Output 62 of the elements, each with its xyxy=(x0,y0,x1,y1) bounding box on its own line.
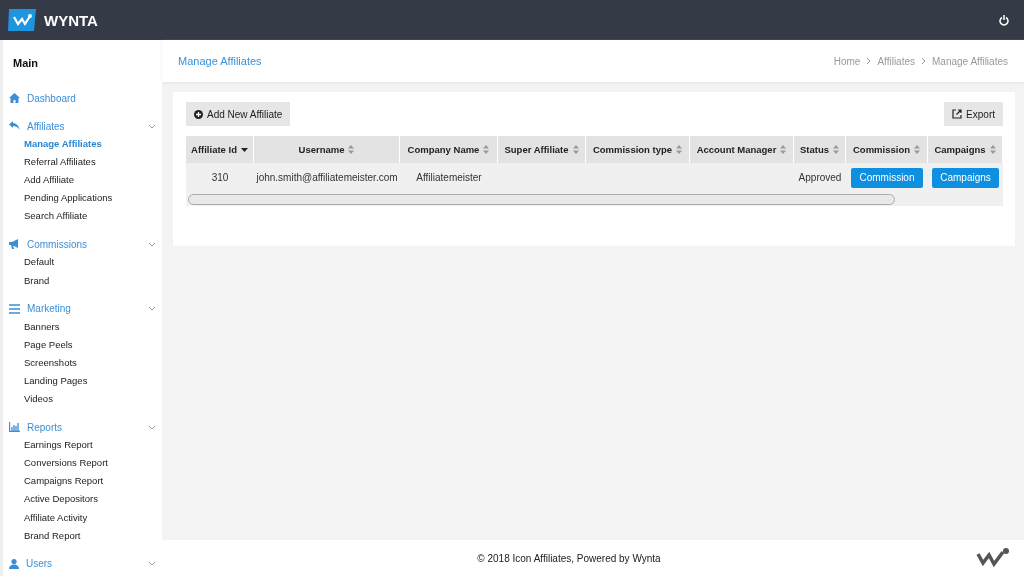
sidebar-item[interactable]: Screenshots xyxy=(3,353,162,372)
sidebar-item[interactable]: Pending Applications xyxy=(3,189,162,208)
footer-text: © 2018 Icon Affiliates, Powered by Wynta xyxy=(476,552,662,564)
chevron-down-icon xyxy=(148,241,156,247)
sidebar-group[interactable]: Marketing xyxy=(3,299,162,318)
column-header[interactable]: Status xyxy=(794,136,846,163)
sidebar-group[interactable]: Affiliates xyxy=(3,117,162,135)
page-title: Manage Affiliates xyxy=(178,55,262,67)
sidebar-item[interactable]: Default xyxy=(3,253,162,272)
power-icon xyxy=(999,14,1009,26)
megaphone-icon xyxy=(9,239,20,250)
sidebar-item[interactable]: Referral Affiliates xyxy=(3,153,162,172)
column-header[interactable]: Account Manager xyxy=(690,136,794,163)
user-icon xyxy=(9,558,19,569)
sidebar-group[interactable]: Commissions xyxy=(3,235,162,254)
sidebar-item[interactable]: Earnings Report xyxy=(3,436,162,455)
chevron-right-icon xyxy=(866,57,872,65)
logo-icon xyxy=(8,8,36,32)
chevron-right-icon xyxy=(921,57,926,65)
sidebar-item[interactable]: Conversions Report xyxy=(3,454,162,473)
chevron-down-icon xyxy=(148,306,156,312)
column-header[interactable]: Affiliate Id xyxy=(186,136,254,163)
sidebar-item[interactable]: Landing Pages xyxy=(3,371,162,391)
export-button[interactable]: Export xyxy=(944,102,1003,126)
sidebar-item[interactable]: Manage Affiliates xyxy=(3,135,162,154)
reply-arrow-icon xyxy=(9,121,20,131)
sidebar-item[interactable]: Banners xyxy=(3,317,162,336)
table-cell: Approved xyxy=(798,172,842,183)
sidebar-group[interactable]: Users xyxy=(3,554,162,573)
scrollbar[interactable] xyxy=(188,193,895,205)
bar-chart-icon xyxy=(9,422,20,433)
column-header[interactable]: Campaigns xyxy=(928,136,1003,163)
column-header[interactable]: Username xyxy=(254,136,400,163)
brand-name: WYNTA xyxy=(44,11,98,29)
sidebar-item[interactable]: Search Affiliate xyxy=(3,207,162,226)
sidebar-heading: Main xyxy=(12,56,40,71)
add-button[interactable]: Add New Affiliate xyxy=(186,102,291,126)
chevron-down-icon xyxy=(148,424,156,430)
chevron-down-icon xyxy=(148,123,156,129)
sidebar-item[interactable]: Affiliate Activity xyxy=(3,508,162,527)
column-header[interactable]: Commission type xyxy=(586,136,690,163)
sidebar-item[interactable]: Brand Report xyxy=(3,526,162,545)
home-icon xyxy=(9,93,20,103)
column-header[interactable]: Super Affiliate xyxy=(498,136,586,163)
sidebar-item[interactable]: Brand xyxy=(3,271,162,290)
table-cell: john.smith@affiliatemeister.com xyxy=(256,172,398,183)
sidebar-item[interactable]: Videos xyxy=(3,390,162,409)
plus-circle-icon xyxy=(194,109,203,119)
sidebar-item[interactable]: Campaigns Report xyxy=(3,472,162,491)
table-cell: Affiliatemeister xyxy=(416,172,482,183)
external-link-icon xyxy=(952,109,963,119)
sidebar-group[interactable]: Reports xyxy=(3,418,162,437)
sidebar-item[interactable]: Page Peels xyxy=(3,335,162,354)
sidebar-item[interactable]: Active Depositors xyxy=(3,490,162,509)
column-header[interactable]: Commission xyxy=(846,136,928,163)
logo-icon xyxy=(976,547,1012,569)
chevron-down-icon xyxy=(148,561,156,567)
sidebar-item[interactable]: Add Affiliate xyxy=(3,171,162,190)
sidebar-group[interactable]: Dashboard xyxy=(3,89,162,107)
table-cell: 310 xyxy=(211,172,229,183)
column-header[interactable]: Company Name xyxy=(400,136,498,163)
menu-icon xyxy=(9,303,20,314)
